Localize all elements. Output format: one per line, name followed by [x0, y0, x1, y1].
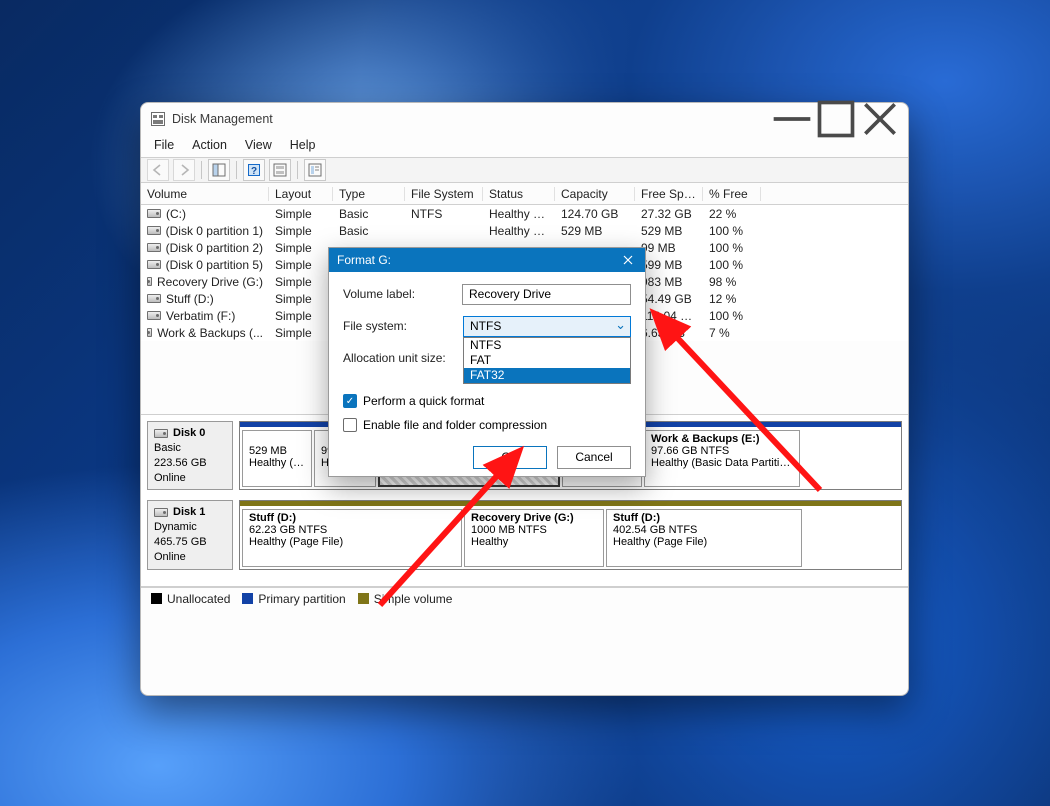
dialog-titlebar[interactable]: Format G:: [329, 248, 645, 272]
volume-list-header[interactable]: Volume Layout Type File System Status Ca…: [141, 183, 908, 205]
legend-swatch: [358, 593, 369, 604]
toolbar-separator: [236, 161, 237, 179]
ok-button[interactable]: OK: [473, 446, 547, 469]
volume-row[interactable]: (Disk 0 partition 1)SimpleBasicHealthy (…: [141, 222, 908, 239]
forward-button[interactable]: [173, 159, 195, 181]
show-hide-button[interactable]: [208, 159, 230, 181]
quick-format-checkbox[interactable]: [343, 394, 357, 408]
filesystem-option[interactable]: FAT32: [464, 368, 630, 383]
format-dialog: Format G: Volume label: File system: NTF…: [328, 247, 646, 477]
refresh-button[interactable]: [269, 159, 291, 181]
volume-label-label: Volume label:: [343, 287, 450, 301]
volume-label-input[interactable]: [462, 284, 631, 305]
volume-row[interactable]: (C:)SimpleBasicNTFSHealthy (B...124.70 G…: [141, 205, 908, 222]
legend: Unallocated Primary partition Simple volum…: [141, 587, 908, 611]
help-button[interactable]: ?: [243, 159, 265, 181]
partition-box[interactable]: 529 MBHealthy (Reco: [242, 430, 312, 487]
legend-item: Primary partition: [242, 592, 345, 606]
cancel-button[interactable]: Cancel: [557, 446, 631, 469]
partition-box[interactable]: Recovery Drive (G:)1000 MB NTFSHealthy: [464, 509, 604, 566]
col-pctfree[interactable]: % Free: [703, 187, 761, 201]
menu-view[interactable]: View: [236, 135, 281, 157]
dialog-close-button[interactable]: [619, 251, 637, 269]
compression-checkbox[interactable]: [343, 418, 357, 432]
drive-icon: [147, 294, 161, 303]
drive-icon: [147, 243, 161, 252]
quick-format-label: Perform a quick format: [363, 394, 484, 408]
filesystem-option[interactable]: FAT: [464, 353, 630, 368]
drive-icon: [147, 311, 161, 320]
drive-icon: [147, 209, 161, 218]
menu-file[interactable]: File: [145, 135, 183, 157]
col-type[interactable]: Type: [333, 187, 405, 201]
disk-management-icon: [151, 112, 165, 126]
properties-button[interactable]: [304, 159, 326, 181]
col-filesystem[interactable]: File System: [405, 187, 483, 201]
col-volume[interactable]: Volume: [141, 187, 269, 201]
disk-label[interactable]: Disk 0Basic223.56 GBOnline: [147, 421, 233, 490]
drive-icon: [147, 328, 152, 337]
drive-icon: [154, 429, 168, 438]
menu-action[interactable]: Action: [183, 135, 236, 157]
partition-box[interactable]: Work & Backups (E:)97.66 GB NTFSHealthy …: [644, 430, 800, 487]
back-button[interactable]: [147, 159, 169, 181]
col-layout[interactable]: Layout: [269, 187, 333, 201]
file-system-label: File system:: [343, 319, 451, 333]
legend-swatch: [242, 593, 253, 604]
filesystem-option[interactable]: NTFS: [464, 338, 630, 353]
disk-strip: Stuff (D:)62.23 GB NTFSHealthy (Page Fil…: [239, 500, 902, 569]
drive-icon: [147, 226, 161, 235]
maximize-button[interactable]: [814, 105, 858, 133]
file-system-dropdown[interactable]: NTFSFATFAT32: [463, 337, 631, 384]
col-free[interactable]: Free Spa...: [635, 187, 703, 201]
legend-item: Simple volume: [358, 592, 453, 606]
compression-label: Enable file and folder compression: [363, 418, 547, 432]
drive-icon: [147, 277, 152, 286]
col-status[interactable]: Status: [483, 187, 555, 201]
minimize-button[interactable]: [770, 105, 814, 133]
file-system-combobox[interactable]: NTFS NTFSFATFAT32: [463, 316, 631, 337]
partition-band: [240, 501, 901, 506]
close-button[interactable]: [858, 105, 902, 133]
drive-icon: [154, 508, 168, 517]
disk-label[interactable]: Disk 1Dynamic465.75 GBOnline: [147, 500, 233, 569]
menu-help[interactable]: Help: [281, 135, 325, 157]
svg-text:?: ?: [251, 166, 257, 177]
toolbar: ?: [141, 157, 908, 183]
partition-box[interactable]: Stuff (D:)402.54 GB NTFSHealthy (Page Fi…: [606, 509, 802, 566]
titlebar[interactable]: Disk Management: [141, 103, 908, 135]
disk-block: Disk 1Dynamic465.75 GBOnlineStuff (D:)62…: [147, 500, 902, 569]
drive-icon: [147, 260, 161, 269]
alloc-size-label: Allocation unit size:: [343, 351, 451, 365]
file-system-value: NTFS: [470, 319, 501, 333]
col-capacity[interactable]: Capacity: [555, 187, 635, 201]
window-title: Disk Management: [172, 112, 273, 126]
legend-item: Unallocated: [151, 592, 230, 606]
menu-bar: File Action View Help: [141, 135, 908, 157]
toolbar-separator: [297, 161, 298, 179]
legend-swatch: [151, 593, 162, 604]
dialog-title: Format G:: [337, 253, 391, 267]
toolbar-separator: [201, 161, 202, 179]
partition-box[interactable]: Stuff (D:)62.23 GB NTFSHealthy (Page Fil…: [242, 509, 462, 566]
